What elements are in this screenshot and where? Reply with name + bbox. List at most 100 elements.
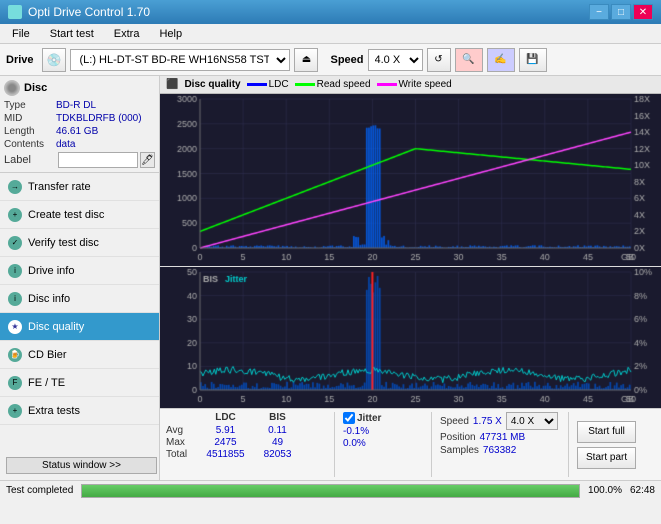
ldc-bis-stats: LDC BIS Avg 5.91 0.11 Max 2475 49 Total … xyxy=(166,412,326,477)
time-display: 62:48 xyxy=(630,485,655,496)
nav-fe-te[interactable]: F FE / TE xyxy=(0,369,159,397)
disc-type-label: Type xyxy=(4,100,56,111)
samples-label: Samples xyxy=(440,445,479,456)
save-button[interactable]: 💾 xyxy=(519,48,547,72)
drive-icon-btn[interactable]: 💿 xyxy=(42,48,67,72)
title-bar-left: Opti Drive Control 1.70 xyxy=(8,5,150,19)
main-layout: Disc Type BD-R DL MID TDKBLDRFB (000) Le… xyxy=(0,76,661,480)
status-window-area: Status window >> xyxy=(0,451,159,480)
position-value: 47731 MB xyxy=(480,432,526,443)
verify-disc-icon: ✓ xyxy=(8,236,22,250)
nav-create-test-disc[interactable]: + Create test disc xyxy=(0,201,159,229)
progress-percent: 100.0% xyxy=(588,485,622,496)
position-row: Position 47731 MB xyxy=(440,432,560,443)
toolbar: Drive 💿 (L:) HL-DT-ST BD-RE WH16NS58 TST… xyxy=(0,44,661,76)
menu-file[interactable]: File xyxy=(4,26,38,42)
speed-col-header: Speed xyxy=(440,416,469,427)
nav-items: → Transfer rate + Create test disc ✓ Ver… xyxy=(0,173,159,451)
start-full-button[interactable]: Start full xyxy=(577,421,636,443)
disc-length-label: Length xyxy=(4,126,56,137)
minimize-button[interactable]: − xyxy=(589,4,609,20)
write-speed-color xyxy=(377,83,397,86)
drive-label: Drive xyxy=(6,54,34,66)
disc-quality-icon: ★ xyxy=(8,320,22,334)
nav-transfer-rate[interactable]: → Transfer rate xyxy=(0,173,159,201)
bottom-chart-canvas xyxy=(160,267,661,408)
maximize-button[interactable]: □ xyxy=(611,4,631,20)
drive-select[interactable]: (L:) HL-DT-ST BD-RE WH16NS58 TST4 xyxy=(70,49,290,71)
disc-mid-value: TDKBLDRFB (000) xyxy=(56,113,142,124)
nav-disc-quality[interactable]: ★ Disc quality xyxy=(0,313,159,341)
disc-length-row: Length 46.61 GB xyxy=(4,126,155,137)
avg-jitter: -0.1% xyxy=(343,426,369,437)
max-jitter-row: 0.0% xyxy=(343,438,423,449)
transfer-rate-icon: → xyxy=(8,180,22,194)
nav-disc-info[interactable]: i Disc info xyxy=(0,285,159,313)
nav-cd-bier[interactable]: 🍺 CD Bier xyxy=(0,341,159,369)
label-edit-button[interactable]: 🖊 xyxy=(140,152,155,168)
speed-value: 1.75 X xyxy=(473,416,502,427)
close-button[interactable]: ✕ xyxy=(633,4,653,20)
drive-info-icon: i xyxy=(8,264,22,278)
chart-top xyxy=(160,94,661,267)
start-buttons: Start full Start part xyxy=(577,412,636,477)
menu-start-test[interactable]: Start test xyxy=(42,26,102,42)
avg-bis: 0.11 xyxy=(255,425,300,436)
bis-col-header: BIS xyxy=(255,412,300,423)
eject-button[interactable]: ⏏ xyxy=(294,48,318,72)
samples-row: Samples 763382 xyxy=(440,445,560,456)
divider1 xyxy=(334,412,335,477)
label-input[interactable] xyxy=(58,152,138,168)
disc-type-row: Type BD-R DL xyxy=(4,100,155,111)
extra-tests-icon: + xyxy=(8,404,22,418)
nav-drive-info[interactable]: i Drive info xyxy=(0,257,159,285)
fe-te-icon: F xyxy=(8,376,22,390)
title-bar: Opti Drive Control 1.70 − □ ✕ xyxy=(0,0,661,24)
write-button[interactable]: ✍ xyxy=(487,48,515,72)
app-icon xyxy=(8,5,22,19)
sidebar: Disc Type BD-R DL MID TDKBLDRFB (000) Le… xyxy=(0,76,160,480)
avg-row: Avg 5.91 0.11 xyxy=(166,425,326,436)
refresh-button[interactable]: ↺ xyxy=(427,48,451,72)
title-bar-buttons: − □ ✕ xyxy=(589,4,653,20)
app-title: Opti Drive Control 1.70 xyxy=(28,5,150,19)
disc-contents-row: Contents data xyxy=(4,139,155,150)
menu-extra[interactable]: Extra xyxy=(106,26,148,42)
max-ldc: 2475 xyxy=(198,437,253,448)
chart-header: ⬛ Disc quality LDC Read speed Write spee… xyxy=(160,76,661,94)
status-text: Test completed xyxy=(6,485,73,496)
divider2 xyxy=(431,412,432,477)
read-speed-color xyxy=(295,83,315,86)
chart-title: Disc quality xyxy=(184,79,240,90)
disc-mid-label: MID xyxy=(4,113,56,124)
total-row: Total 4511855 82053 xyxy=(166,449,326,460)
avg-label: Avg xyxy=(166,425,196,436)
status-window-button[interactable]: Status window >> xyxy=(6,457,157,474)
position-label: Position xyxy=(440,432,476,443)
nav-extra-tests[interactable]: + Extra tests xyxy=(0,397,159,425)
start-part-button[interactable]: Start part xyxy=(577,447,636,469)
disc-label-label: Label xyxy=(4,154,56,166)
cd-bier-icon: 🍺 xyxy=(8,348,22,362)
disc-contents-label: Contents xyxy=(4,139,56,150)
scan-button[interactable]: 🔍 xyxy=(455,48,483,72)
stats-headers: LDC BIS xyxy=(166,412,326,423)
speed-select[interactable]: 4.0 X xyxy=(368,49,423,71)
progress-bar xyxy=(81,484,580,498)
max-label: Max xyxy=(166,437,196,448)
content-area: ⬛ Disc quality LDC Read speed Write spee… xyxy=(160,76,661,480)
divider3 xyxy=(568,412,569,477)
disc-panel: Disc Type BD-R DL MID TDKBLDRFB (000) Le… xyxy=(0,76,159,173)
nav-verify-test-disc[interactable]: ✓ Verify test disc xyxy=(0,229,159,257)
jitter-checkbox[interactable] xyxy=(343,412,355,424)
progress-fill xyxy=(82,485,579,497)
speed-select-stats[interactable]: 4.0 X xyxy=(506,412,558,430)
bottom-status-bar: Test completed 100.0% 62:48 xyxy=(0,480,661,500)
disc-contents-value: data xyxy=(56,139,75,150)
jitter-stats: Jitter -0.1% 0.0% xyxy=(343,412,423,477)
chart-icon: ⬛ xyxy=(166,79,178,90)
ldc-color xyxy=(247,83,267,86)
speed-label: Speed xyxy=(330,54,363,66)
chart-container xyxy=(160,94,661,408)
menu-help[interactable]: Help xyxy=(151,26,190,42)
